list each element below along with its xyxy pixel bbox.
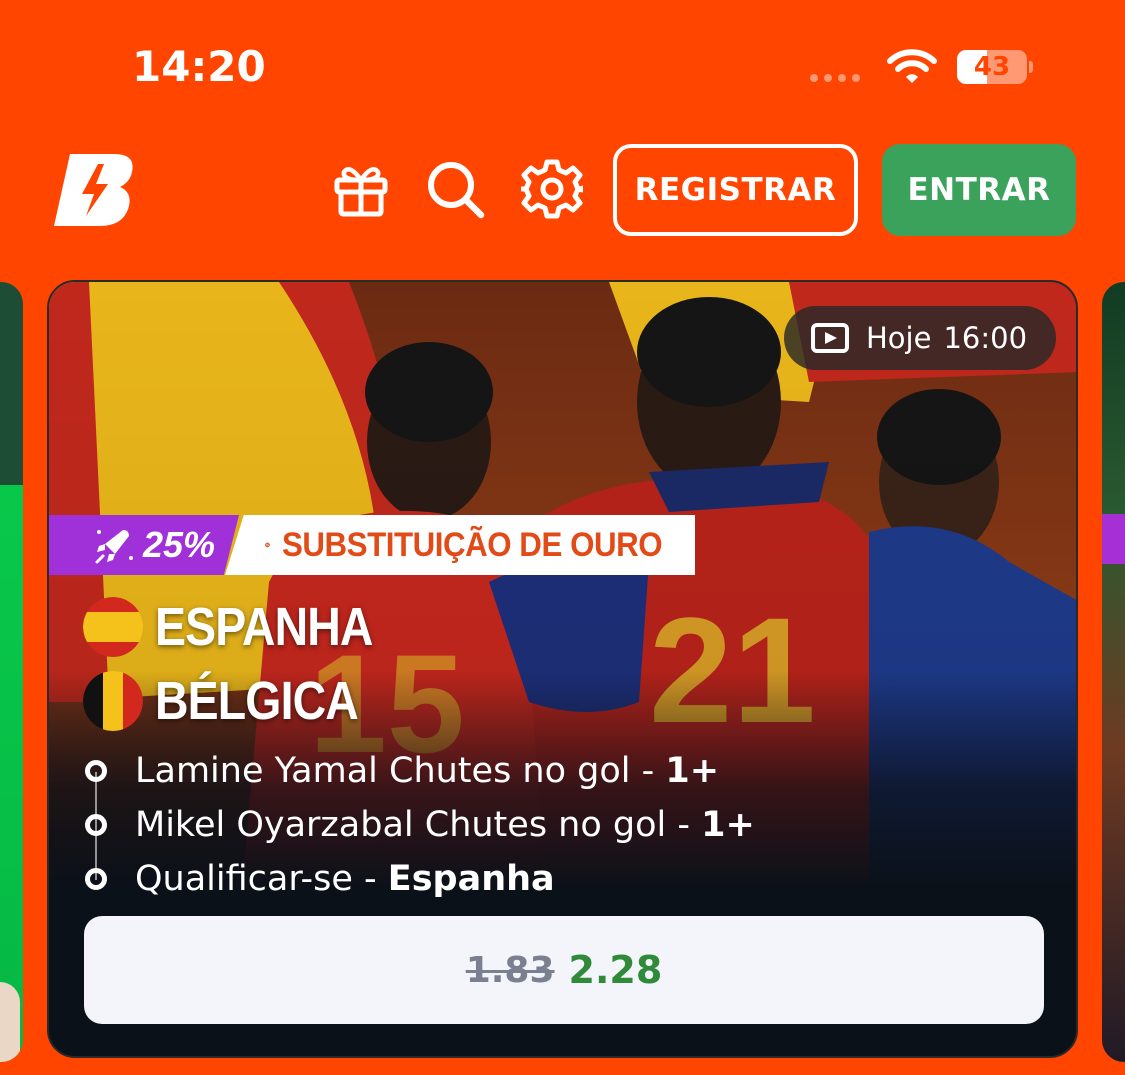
- gift-icon[interactable]: [330, 158, 392, 220]
- logo-icon[interactable]: [52, 150, 140, 230]
- promo-banner: 25% SUBSTITUIÇÃO DE OURO: [49, 515, 695, 575]
- selection-dot-icon: [85, 814, 107, 836]
- odds-old: 1.83: [465, 949, 555, 991]
- search-icon[interactable]: [424, 158, 486, 220]
- selection-market: Mikel Oyarzabal Chutes no gol -: [135, 805, 702, 845]
- boost-badge: 25%: [49, 515, 239, 575]
- team-home-name: ESPANHA: [155, 597, 373, 657]
- selection-pick: 1+: [665, 751, 720, 791]
- selection-item: Qualificar-se - Espanha: [83, 852, 755, 906]
- belgium-flag-icon: [83, 671, 143, 731]
- boost-percent: 25%: [143, 524, 216, 565]
- team-away-name: BÉLGICA: [155, 671, 359, 731]
- battery-level: 43: [973, 52, 1011, 82]
- status-time: 14:20: [132, 42, 266, 91]
- selection-item: Lamine Yamal Chutes no gol - 1+: [83, 744, 755, 798]
- selection-pick: Espanha: [387, 859, 555, 899]
- battery-indicator: 43: [957, 50, 1033, 84]
- live-stream-icon: [811, 323, 849, 353]
- selection-market: Qualificar-se -: [135, 859, 388, 899]
- schedule-badge: Hoje 16:00: [784, 306, 1056, 370]
- selection-item: Mikel Oyarzabal Chutes no gol - 1+: [83, 798, 755, 852]
- cellular-signal-icon: [810, 74, 860, 82]
- bet-builder-card[interactable]: 21 15 Hoje 16:00 25%: [47, 280, 1078, 1058]
- odds-button[interactable]: 1.83 2.28: [84, 916, 1044, 1024]
- team-away: BÉLGICA: [83, 670, 391, 732]
- promo-title: SUBSTITUIÇÃO DE OURO: [281, 525, 663, 564]
- selection-dot-icon: [85, 868, 107, 890]
- bet-selections: Lamine Yamal Chutes no gol - 1+ Mikel Oy…: [83, 744, 755, 906]
- substitution-icon: [265, 542, 270, 548]
- team-home: ESPANHA: [83, 596, 408, 658]
- selection-market: Lamine Yamal Chutes no gol -: [135, 751, 666, 791]
- previous-card-peek[interactable]: [0, 282, 23, 1062]
- wifi-icon: [887, 49, 937, 83]
- rocket-icon: [95, 530, 133, 564]
- selection-pick: 1+: [701, 805, 755, 845]
- odds-new: 2.28: [568, 948, 663, 992]
- schedule-time: 16:00: [943, 321, 1028, 355]
- promo-title-badge: SUBSTITUIÇÃO DE OURO: [225, 515, 695, 575]
- gear-icon[interactable]: [521, 158, 583, 220]
- spain-flag-icon: [83, 597, 143, 657]
- schedule-day: Hoje: [866, 321, 932, 355]
- login-button[interactable]: ENTRAR: [882, 144, 1076, 236]
- register-button[interactable]: REGISTRAR: [613, 144, 858, 236]
- selection-dot-icon: [85, 760, 107, 782]
- next-card-peek[interactable]: [1102, 282, 1125, 1062]
